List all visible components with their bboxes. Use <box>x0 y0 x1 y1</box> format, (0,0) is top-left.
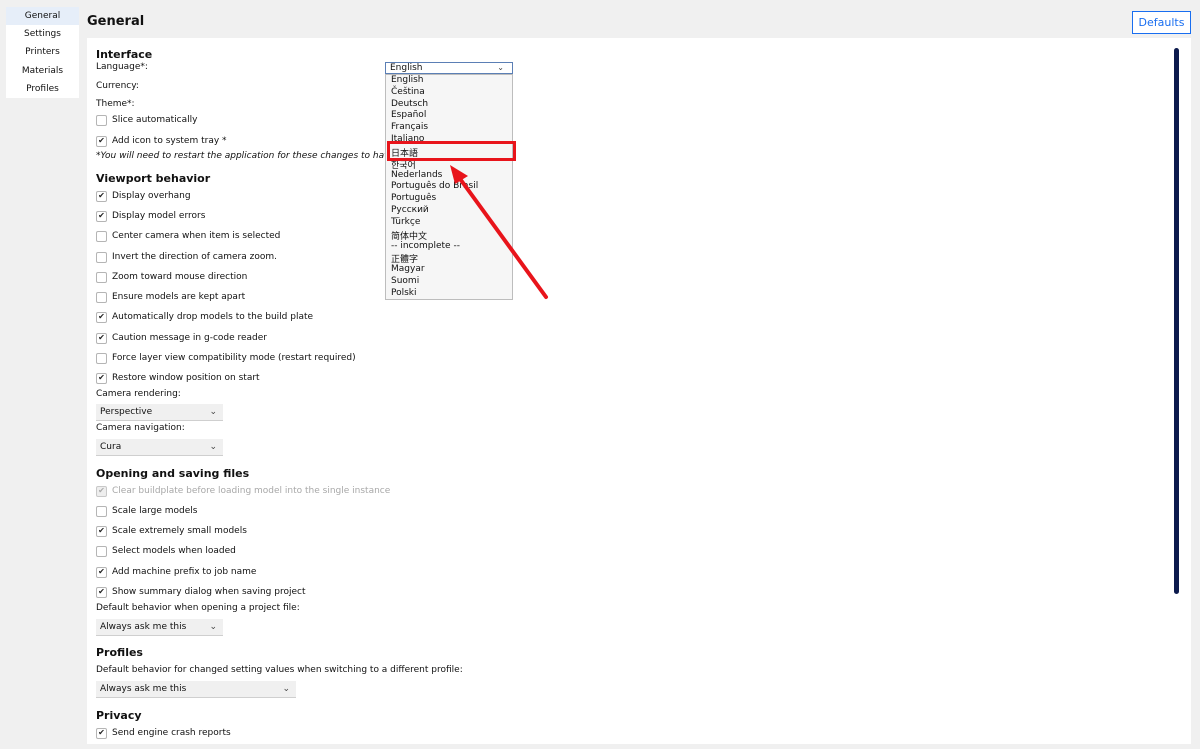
annotation-arrow-icon <box>450 165 548 299</box>
